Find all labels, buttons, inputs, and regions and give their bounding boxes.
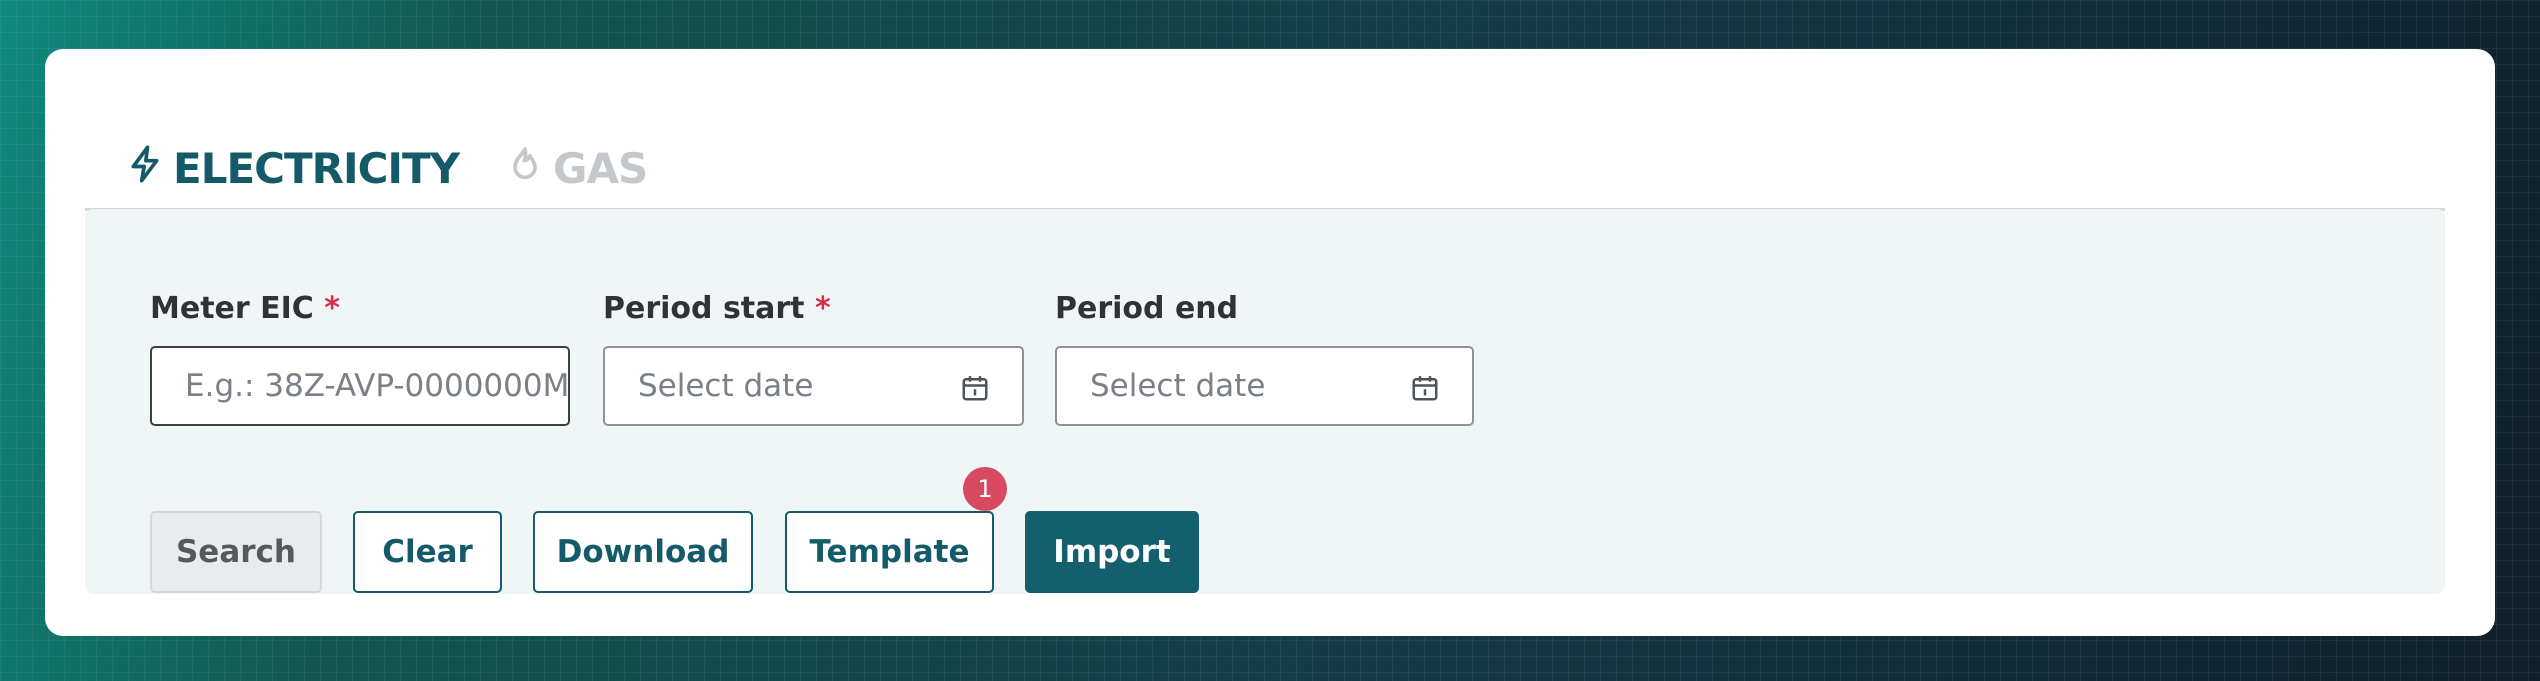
tab-electricity[interactable]: ELECTRICITY — [125, 131, 515, 269]
calendar-icon[interactable] — [1410, 373, 1440, 403]
meter-eic-label: Meter EIC * — [150, 291, 340, 326]
energy-tabs: ELECTRICITY GAS — [85, 69, 2445, 269]
calendar-icon[interactable] — [960, 373, 990, 403]
period-end-placeholder: Select date — [1090, 368, 1266, 404]
filter-panel: Meter EIC * Period start * Select date — [85, 209, 2445, 594]
import-button[interactable]: Import — [1025, 511, 1199, 593]
period-start-label: Period start * — [603, 291, 831, 326]
tab-gas[interactable]: GAS — [505, 131, 648, 206]
template-count-badge: 1 — [963, 467, 1007, 511]
meter-eic-input[interactable] — [185, 368, 568, 404]
period-end-label: Period end — [1055, 291, 1239, 326]
flame-icon — [505, 144, 545, 194]
required-mark: * — [814, 291, 831, 326]
period-start-datepicker[interactable]: Select date — [603, 346, 1024, 426]
lightning-icon — [125, 144, 165, 194]
clear-button[interactable]: Clear — [353, 511, 502, 593]
period-end-datepicker[interactable]: Select date — [1055, 346, 1474, 426]
tab-label: GAS — [553, 144, 648, 193]
period-start-placeholder: Select date — [638, 368, 814, 404]
search-button[interactable]: Search — [150, 511, 322, 593]
main-card: ELECTRICITY GAS Meter EIC * Period sta — [45, 49, 2495, 636]
meter-eic-input-box — [150, 346, 570, 426]
template-button[interactable]: Template — [785, 511, 994, 593]
tab-label: ELECTRICITY — [173, 144, 460, 193]
required-mark: * — [324, 291, 340, 326]
download-button[interactable]: Download — [533, 511, 753, 593]
